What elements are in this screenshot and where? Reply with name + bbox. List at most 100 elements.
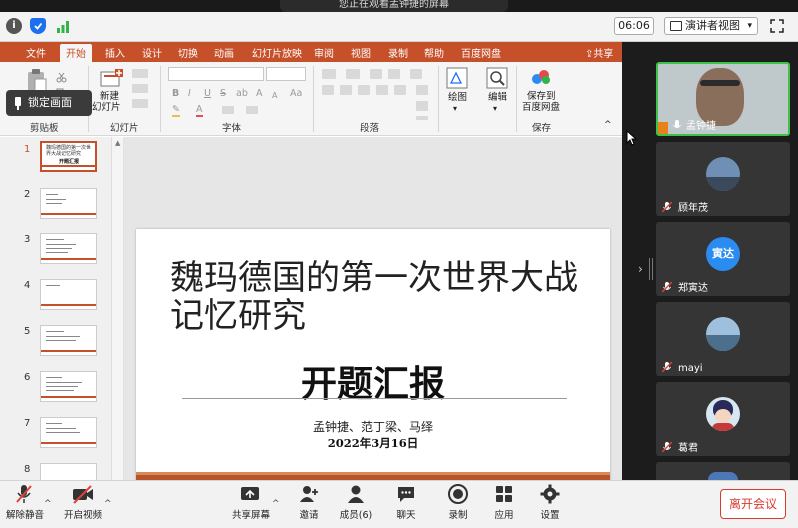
tab-file[interactable]: 文件 bbox=[26, 45, 46, 60]
invite-button[interactable]: 邀请 bbox=[296, 483, 322, 521]
save-baidu-label-1[interactable]: 保存到 bbox=[527, 91, 556, 102]
scroll-up-icon[interactable]: ▲ bbox=[115, 139, 120, 147]
new-slide-label-1[interactable]: 新建 bbox=[100, 91, 119, 102]
bold-button[interactable]: B bbox=[172, 88, 179, 99]
participant-tile[interactable] bbox=[656, 462, 790, 480]
draw-dropdown-icon[interactable]: ▾ bbox=[453, 103, 457, 114]
slide-thumbnail-7[interactable] bbox=[40, 417, 97, 448]
increase-indent-icon[interactable] bbox=[388, 69, 400, 79]
tab-help[interactable]: 帮助 bbox=[424, 45, 444, 60]
slide-title[interactable]: 魏玛德国的第一次世界大战记忆研究 bbox=[170, 259, 590, 335]
share-screen-button[interactable]: 共享屏幕 bbox=[232, 483, 270, 521]
draw-label[interactable]: 绘图 bbox=[448, 92, 467, 103]
thumbnail-scrollbar[interactable]: ▲ bbox=[112, 137, 124, 480]
start-video-button[interactable]: 开启视频 bbox=[64, 483, 102, 521]
clear-format-icon[interactable] bbox=[222, 106, 234, 114]
justify-icon[interactable] bbox=[376, 85, 388, 95]
tab-review[interactable]: 审阅 bbox=[314, 45, 334, 60]
smartart-icon[interactable] bbox=[416, 116, 428, 120]
line-spacing-icon[interactable] bbox=[410, 69, 422, 79]
font-size-dropdown[interactable] bbox=[266, 67, 306, 81]
share-button[interactable]: ⇪共享 bbox=[585, 45, 613, 60]
draw-shapes-icon[interactable] bbox=[446, 67, 468, 89]
align-left-icon[interactable] bbox=[322, 85, 334, 95]
bullets-icon[interactable] bbox=[322, 69, 336, 79]
new-slide-label-2[interactable]: 幻灯片 bbox=[92, 102, 121, 113]
tab-design[interactable]: 设计 bbox=[142, 45, 162, 60]
unmute-button[interactable]: 解除静音 bbox=[6, 483, 44, 521]
gallery-resize-handle[interactable] bbox=[649, 258, 653, 280]
edit-label[interactable]: 编辑 bbox=[488, 92, 507, 103]
view-mode-dropdown[interactable]: 演讲者视图 ▾ bbox=[664, 17, 758, 35]
char-spacing-button[interactable]: ab bbox=[236, 88, 248, 99]
fullscreen-icon[interactable] bbox=[770, 19, 784, 33]
record-button[interactable]: 录制 bbox=[446, 483, 470, 521]
strikethrough-button[interactable]: S bbox=[220, 88, 226, 99]
slide-thumbnail-3[interactable] bbox=[40, 233, 97, 264]
slide-authors[interactable]: 孟钟捷、范丁梁、马绎 bbox=[136, 418, 610, 435]
text-direction-icon[interactable] bbox=[416, 85, 428, 95]
tab-home[interactable]: 开始 bbox=[66, 45, 86, 60]
participant-tile[interactable]: 寅达 郑寅达 bbox=[656, 222, 790, 296]
settings-button[interactable]: 设置 bbox=[538, 483, 562, 521]
columns-icon[interactable] bbox=[394, 85, 406, 95]
slide-date[interactable]: 2022年3月16日 bbox=[136, 435, 610, 451]
align-right-icon[interactable] bbox=[358, 85, 370, 95]
text-shadow-icon[interactable] bbox=[246, 106, 258, 114]
cut-icon[interactable] bbox=[56, 68, 67, 83]
chat-button[interactable]: 聊天 bbox=[394, 483, 418, 521]
change-case-button[interactable]: Aa bbox=[290, 88, 302, 99]
info-icon[interactable]: i bbox=[6, 18, 22, 34]
font-name-dropdown[interactable] bbox=[168, 67, 264, 81]
reset-slide-icon[interactable] bbox=[132, 84, 148, 93]
collapse-ribbon-icon[interactable]: ^ bbox=[604, 120, 612, 131]
tab-animations[interactable]: 动画 bbox=[214, 45, 234, 60]
current-slide[interactable]: 魏玛德国的第一次世界大战记忆研究 开题汇报 孟钟捷、范丁梁、马绎 2022年3月… bbox=[136, 229, 610, 480]
chevron-right-icon[interactable]: › bbox=[638, 262, 643, 276]
tab-slideshow[interactable]: 幻灯片放映 bbox=[252, 45, 302, 60]
layout-icon[interactable] bbox=[132, 69, 148, 78]
slide-thumbnail-4[interactable] bbox=[40, 279, 97, 310]
tab-baidu-netdisk[interactable]: 百度网盘 bbox=[461, 45, 501, 60]
lock-screen-button[interactable]: 锁定画面 bbox=[6, 90, 92, 116]
tab-view[interactable]: 视图 bbox=[351, 45, 371, 60]
tab-transitions[interactable]: 切换 bbox=[178, 45, 198, 60]
tab-record[interactable]: 录制 bbox=[388, 45, 408, 60]
decrease-indent-icon[interactable] bbox=[370, 69, 382, 79]
font-shrink-button[interactable]: A bbox=[272, 90, 277, 101]
font-grow-button[interactable]: A bbox=[256, 88, 263, 99]
align-text-icon[interactable] bbox=[416, 101, 428, 111]
highlight-button[interactable]: ✎ bbox=[172, 104, 180, 117]
slide-subtitle[interactable]: 开题汇报 bbox=[136, 355, 610, 407]
slide-thumbnail-5[interactable] bbox=[40, 325, 97, 356]
share-options-icon[interactable]: ^ bbox=[272, 499, 280, 509]
apps-button[interactable]: 应用 bbox=[492, 483, 516, 521]
participant-tile[interactable]: mayi bbox=[656, 302, 790, 376]
participant-tile-speaker[interactable]: 孟钟捷 bbox=[656, 62, 790, 136]
slide-thumbnail-8[interactable] bbox=[40, 463, 97, 480]
baidu-cloud-icon[interactable] bbox=[530, 68, 552, 86]
italic-button[interactable]: I bbox=[188, 88, 191, 99]
new-slide-icon[interactable] bbox=[100, 68, 124, 90]
save-baidu-label-2[interactable]: 百度网盘 bbox=[522, 102, 560, 113]
edit-dropdown-icon[interactable]: ▾ bbox=[493, 103, 497, 114]
slide-thumbnail-panel[interactable]: 1 魏玛德国的第一次世界大战记忆研究 开题汇报 2 3 4 5 6 7 8 bbox=[0, 137, 112, 480]
shield-icon[interactable] bbox=[30, 18, 46, 34]
tab-insert[interactable]: 插入 bbox=[105, 45, 125, 60]
slide-thumbnail-2[interactable] bbox=[40, 188, 97, 219]
section-icon[interactable] bbox=[132, 99, 148, 108]
members-button[interactable]: 成员(6) bbox=[338, 483, 374, 521]
numbering-icon[interactable] bbox=[346, 69, 360, 79]
video-options-icon[interactable]: ^ bbox=[104, 499, 112, 509]
leave-meeting-button[interactable]: 离开会议 bbox=[720, 489, 786, 519]
participant-tile[interactable]: 葛君 bbox=[656, 382, 790, 456]
slide-thumbnail-6[interactable] bbox=[40, 371, 97, 402]
underline-button[interactable]: U bbox=[204, 88, 211, 99]
align-center-icon[interactable] bbox=[340, 85, 352, 95]
slide-thumbnail-1[interactable]: 魏玛德国的第一次世界大战记忆研究 开题汇报 bbox=[40, 141, 97, 172]
find-icon[interactable] bbox=[486, 67, 508, 89]
signal-bars-icon[interactable] bbox=[56, 18, 72, 34]
audio-options-icon[interactable]: ^ bbox=[44, 499, 52, 509]
font-color-button[interactable]: A bbox=[196, 104, 203, 117]
participant-tile[interactable]: 顾年茂 bbox=[656, 142, 790, 216]
